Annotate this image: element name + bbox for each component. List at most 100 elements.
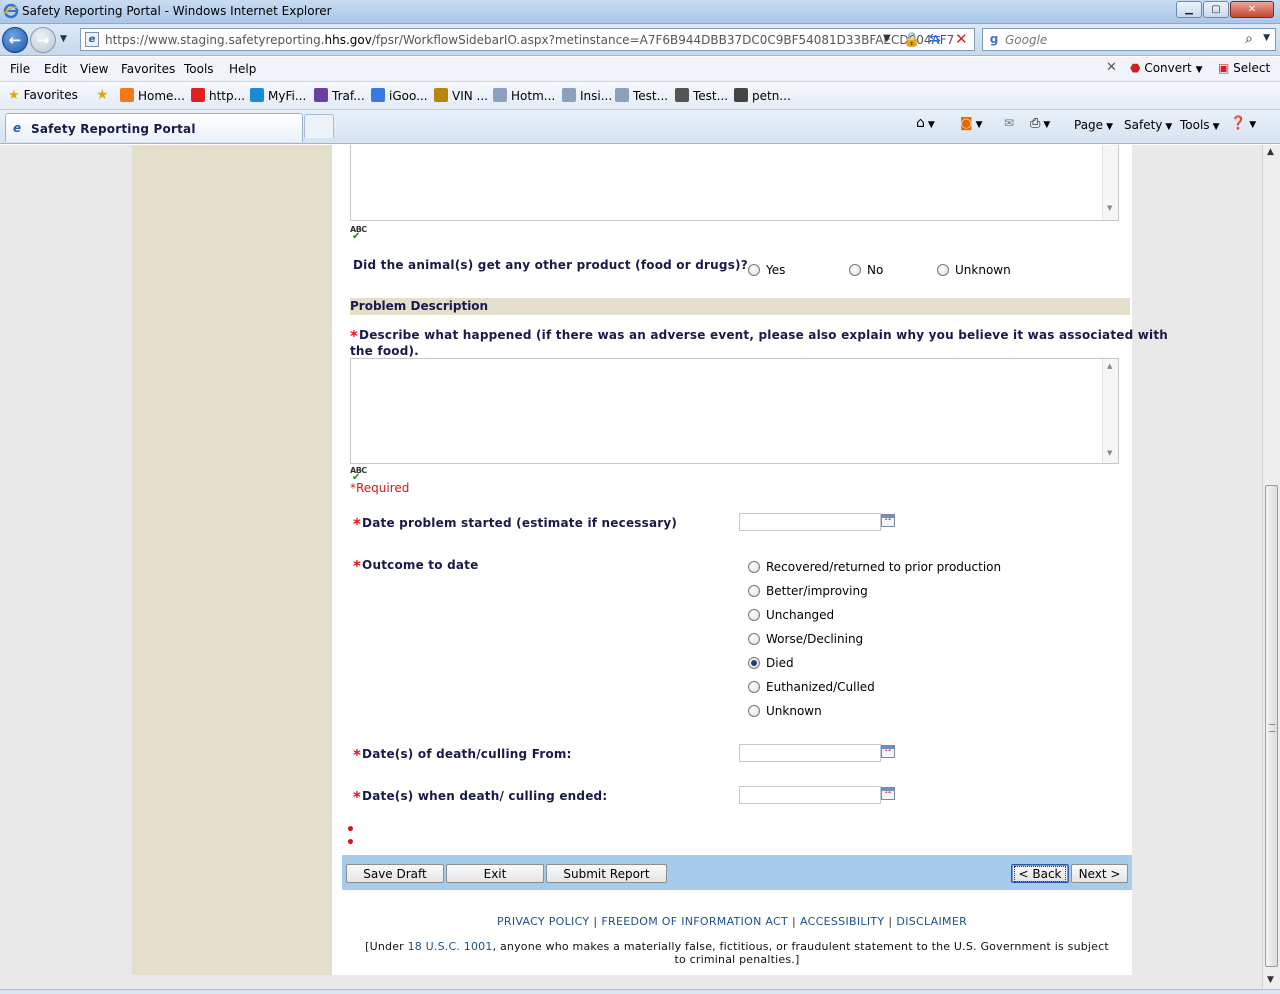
save-draft-button[interactable]: Save Draft — [346, 864, 444, 883]
radio-icon[interactable] — [748, 264, 760, 276]
favorite-link[interactable]: petn... — [734, 88, 791, 103]
radio-icon[interactable] — [748, 561, 760, 573]
radio-selected-icon[interactable] — [748, 657, 760, 669]
lock-icon[interactable]: 🔒 — [903, 32, 920, 48]
new-tab-button[interactable] — [304, 114, 334, 138]
radio-icon[interactable] — [748, 609, 760, 621]
menu-view[interactable]: View — [80, 62, 108, 76]
favorites-button[interactable]: ★ Favorites — [8, 88, 78, 103]
scrollbar-thumb[interactable] — [1265, 485, 1278, 967]
favorite-link[interactable]: Traf... — [314, 88, 365, 103]
favorite-link[interactable]: VIN ... — [434, 88, 488, 103]
foia-link[interactable]: FREEDOM OF INFORMATION ACT — [601, 915, 788, 928]
add-favorite-icon[interactable]: ★ — [96, 87, 109, 103]
outcome-worse[interactable]: Worse/Declining — [748, 632, 863, 646]
favorite-link[interactable]: MyFi... — [250, 88, 306, 103]
favorite-link[interactable]: Insi... — [562, 88, 612, 103]
previous-textarea[interactable]: ▼ — [350, 145, 1119, 221]
scroll-down-icon[interactable]: ▼ — [1107, 204, 1112, 212]
favorite-link[interactable]: Test... — [675, 88, 728, 103]
search-input[interactable] — [1005, 31, 1245, 48]
home-icon[interactable]: ⌂ ▼ — [916, 115, 935, 131]
scroll-down-icon[interactable]: ▼ — [1107, 449, 1112, 457]
favorite-link[interactable]: Hotm... — [493, 88, 555, 103]
describe-textarea[interactable]: ▲ ▼ — [350, 358, 1119, 464]
close-window-button[interactable]: ✕ — [1230, 1, 1274, 18]
page-scrollbar[interactable]: ▲ ▼ — [1262, 145, 1280, 989]
radio-icon[interactable] — [849, 264, 861, 276]
other-product-no[interactable]: No — [849, 263, 883, 277]
back-arrow-icon[interactable]: ← — [2, 27, 28, 53]
status-bar — [0, 989, 1280, 994]
mail-icon[interactable]: ✉ — [1004, 116, 1014, 130]
other-product-unknown[interactable]: Unknown — [937, 263, 1011, 277]
safety-menu[interactable]: Safety ▼ — [1124, 118, 1172, 132]
outcome-unknown[interactable]: Unknown — [748, 704, 822, 718]
back-button[interactable]: < Back — [1011, 864, 1069, 883]
select-button[interactable]: ▣ Select — [1218, 61, 1270, 75]
print-icon[interactable]: ⎙ ▼ — [1030, 116, 1050, 131]
close-toolbar-icon[interactable]: ✕ — [1106, 60, 1117, 75]
menu-favorites[interactable]: Favorites — [121, 62, 175, 76]
other-product-yes[interactable]: Yes — [748, 263, 785, 277]
submit-report-button[interactable]: Submit Report — [546, 864, 667, 883]
menu-bar: File Edit View Favorites Tools Help ✕ ⬣ … — [0, 57, 1280, 82]
death-from-input[interactable] — [739, 744, 881, 762]
favorite-link[interactable]: iGoo... — [371, 88, 428, 103]
address-url[interactable]: https://www.staging.safetyreporting.hhs.… — [105, 33, 954, 47]
outcome-died[interactable]: Died — [748, 656, 794, 670]
scroll-up-icon[interactable]: ▲ — [1267, 147, 1274, 157]
textarea-scrollbar[interactable]: ▲ ▼ — [1102, 359, 1118, 463]
outcome-unchanged[interactable]: Unchanged — [748, 608, 834, 622]
radio-icon[interactable] — [748, 633, 760, 645]
scroll-down-icon[interactable]: ▼ — [1267, 975, 1274, 985]
accessibility-link[interactable]: ACCESSIBILITY — [800, 915, 884, 928]
stop-icon[interactable]: ✕ — [955, 30, 968, 48]
convert-button[interactable]: ⬣ Convert ▼ — [1130, 61, 1203, 75]
search-icon[interactable]: ⌕ — [1245, 31, 1253, 47]
exit-button[interactable]: Exit — [446, 864, 544, 883]
convert-icon: ⬣ — [1130, 61, 1141, 75]
scroll-up-icon[interactable]: ▲ — [1107, 362, 1112, 370]
privacy-policy-link[interactable]: PRIVACY POLICY — [497, 915, 589, 928]
radio-icon[interactable] — [748, 585, 760, 597]
menu-tools[interactable]: Tools — [184, 62, 214, 76]
outcome-better[interactable]: Better/improving — [748, 584, 868, 598]
favorite-link[interactable]: http... — [191, 88, 245, 103]
tab-safety-reporting-portal[interactable]: e Safety Reporting Portal — [5, 113, 303, 142]
next-button[interactable]: Next > — [1071, 864, 1128, 883]
outcome-recovered[interactable]: Recovered/returned to prior production — [748, 560, 1001, 574]
calendar-icon[interactable]: 12 — [881, 745, 895, 758]
address-dropdown-icon[interactable]: ▼ — [883, 33, 891, 44]
disclaimer-link[interactable]: DISCLAIMER — [896, 915, 967, 928]
radio-icon[interactable] — [748, 681, 760, 693]
outcome-euthanized[interactable]: Euthanized/Culled — [748, 680, 875, 694]
favorite-link[interactable]: Test... — [615, 88, 668, 103]
favorite-link[interactable]: Home... — [120, 88, 185, 103]
spellcheck-icon[interactable]: ABC ✔ — [350, 225, 367, 242]
date-started-input[interactable] — [739, 513, 881, 531]
forward-arrow-icon[interactable]: → — [30, 27, 56, 53]
page-menu[interactable]: Page ▼ — [1074, 118, 1113, 132]
menu-help[interactable]: Help — [229, 62, 256, 76]
history-dropdown-icon[interactable]: ▼ — [60, 34, 67, 44]
calendar-icon[interactable]: 12 — [881, 514, 895, 527]
menu-edit[interactable]: Edit — [44, 62, 67, 76]
maximize-button[interactable]: ▢ — [1203, 1, 1229, 18]
refresh-icon[interactable]: ⇆ — [929, 31, 941, 47]
usc-link[interactable]: 18 U.S.C. 1001 — [408, 940, 493, 953]
search-box[interactable]: g ⌕ ▼ — [982, 28, 1276, 51]
textarea-scrollbar[interactable]: ▼ — [1102, 145, 1118, 220]
radio-icon[interactable] — [748, 705, 760, 717]
spellcheck-icon[interactable]: ABC ✔ — [350, 466, 367, 483]
search-dropdown-icon[interactable]: ▼ — [1263, 33, 1270, 43]
death-ended-input[interactable] — [739, 786, 881, 804]
tools-menu[interactable]: Tools ▼ — [1180, 118, 1219, 132]
menu-file[interactable]: File — [10, 62, 30, 76]
feeds-icon[interactable]: ◙ ▼ — [960, 116, 983, 131]
calendar-icon[interactable]: 12 — [881, 787, 895, 800]
radio-icon[interactable] — [937, 264, 949, 276]
address-bar[interactable]: e https://www.staging.safetyreporting.hh… — [80, 28, 975, 51]
minimize-button[interactable]: ▁ — [1176, 1, 1202, 18]
help-icon[interactable]: ❓ ▼ — [1230, 116, 1256, 131]
